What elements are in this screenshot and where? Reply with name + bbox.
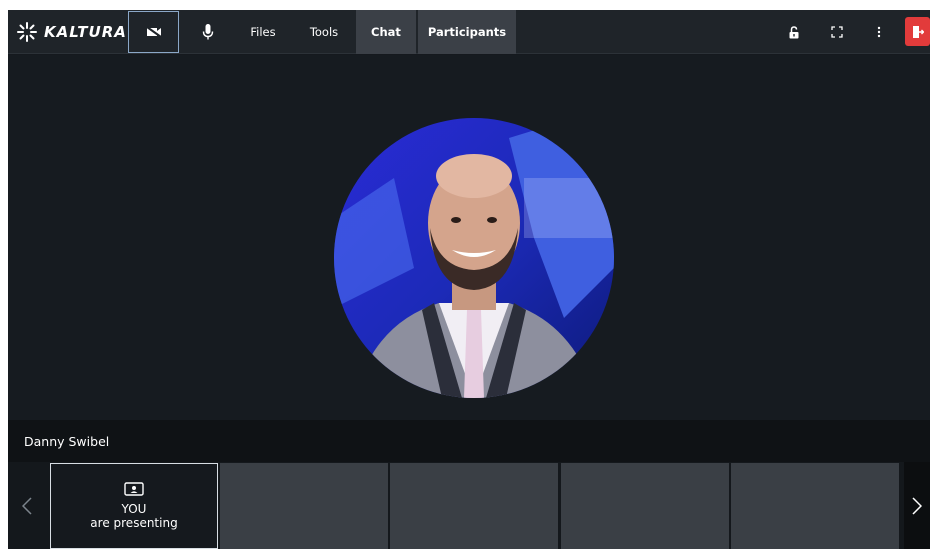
speaker-avatar <box>334 118 614 398</box>
chevron-left-icon <box>22 496 32 515</box>
participants-button[interactable]: Participants <box>418 10 516 54</box>
self-tile-status: are presenting <box>90 516 178 530</box>
filmstrip-prev-button[interactable] <box>8 462 46 549</box>
microphone-button[interactable] <box>192 10 224 54</box>
participant-tile[interactable] <box>220 463 388 549</box>
presenter-icon <box>124 482 144 496</box>
kaltura-logo: KALTURA <box>16 10 127 54</box>
participant-tile[interactable] <box>390 463 558 549</box>
exit-icon <box>912 25 924 38</box>
speaker-name: Danny Swibel <box>24 433 110 449</box>
camera-off-icon <box>145 26 162 38</box>
camera-toggle-button[interactable] <box>128 11 179 53</box>
lock-icon <box>789 25 799 38</box>
files-button[interactable]: Files <box>243 10 283 54</box>
more-icon <box>877 26 881 38</box>
video-stage <box>8 55 930 420</box>
more-options-button[interactable] <box>868 10 890 54</box>
exit-button[interactable] <box>905 17 930 46</box>
lock-button[interactable] <box>783 10 805 54</box>
speaker-photo <box>334 118 614 398</box>
chat-button[interactable]: Chat <box>356 10 416 54</box>
speaker-name-bar: Danny Swibel <box>8 420 930 462</box>
self-tile-label: YOU <box>121 502 147 516</box>
app-window: KALTURA Files Tools Chat Participants Da… <box>8 10 930 549</box>
filmstrip-next-button[interactable] <box>904 462 930 549</box>
fullscreen-icon <box>831 26 843 38</box>
microphone-icon <box>202 24 214 40</box>
participant-filmstrip: YOU are presenting <box>8 462 930 549</box>
top-toolbar: KALTURA Files Tools Chat Participants <box>8 10 930 54</box>
participant-tile[interactable] <box>561 463 729 549</box>
logo-text: KALTURA <box>44 23 127 41</box>
tools-button[interactable]: Tools <box>304 10 344 54</box>
kaltura-logo-icon <box>17 22 37 42</box>
participant-tile[interactable] <box>731 463 899 549</box>
fullscreen-button[interactable] <box>826 10 848 54</box>
chevron-right-icon <box>912 496 922 515</box>
self-tile[interactable]: YOU are presenting <box>50 463 218 549</box>
